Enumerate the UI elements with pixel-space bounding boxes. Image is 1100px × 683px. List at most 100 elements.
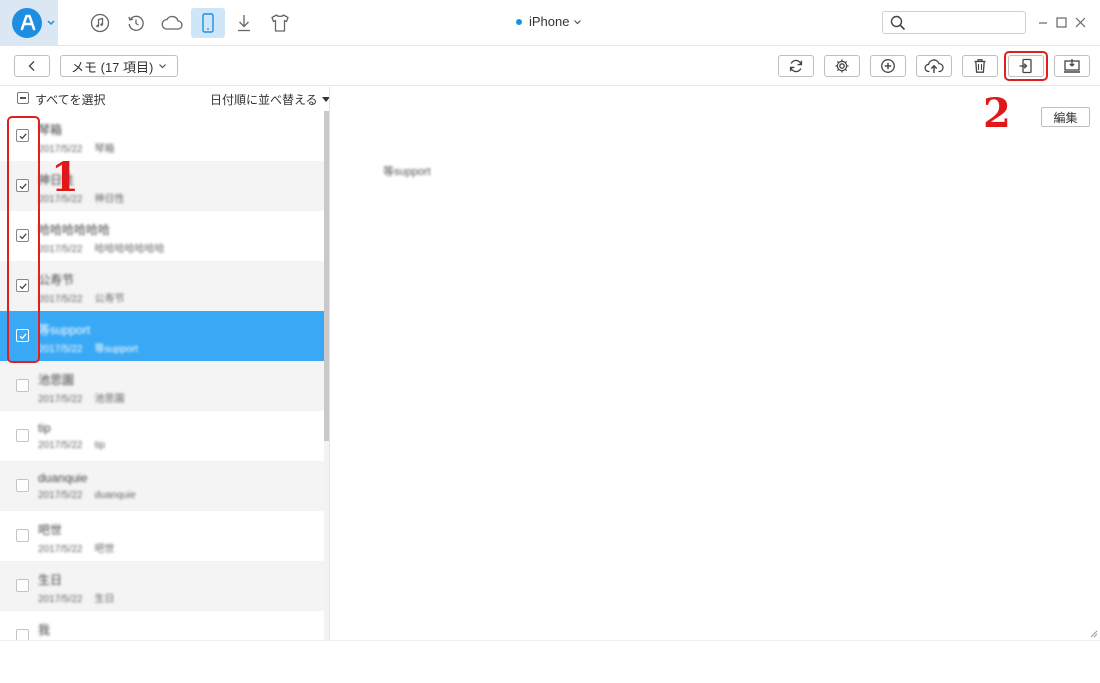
edit-button[interactable]: 編集: [1041, 107, 1090, 127]
settings-button[interactable]: [824, 55, 860, 77]
item-date: 2017/5/22: [38, 294, 83, 305]
annotation-step-2: 2: [983, 90, 1011, 137]
item-subtitle: 2017/5/22 琴箱: [38, 140, 115, 155]
list-item[interactable]: duanquie 2017/5/22 duanquie: [0, 461, 324, 511]
item-checkbox[interactable]: [16, 579, 29, 592]
chevron-left-icon: [28, 61, 35, 71]
item-title: 等support: [38, 323, 91, 337]
add-button[interactable]: [870, 55, 906, 77]
list-item[interactable]: 我: [0, 611, 324, 640]
chevron-down-icon: [159, 64, 167, 69]
list-item[interactable]: 琴箱 2017/5/22 琴箱: [0, 111, 324, 161]
search-box[interactable]: [882, 11, 1026, 34]
phone-icon[interactable]: [191, 8, 225, 38]
refresh-icon: [789, 59, 803, 73]
annotation-step-1: 1: [51, 154, 79, 201]
highlight-box-step1: [7, 116, 40, 363]
item-subtitle: 2017/5/22 生日: [38, 590, 115, 605]
item-checkbox[interactable]: [16, 529, 29, 542]
item-checkbox[interactable]: [16, 479, 29, 492]
device-name: iPhone: [529, 14, 570, 29]
item-checkbox[interactable]: [16, 429, 29, 442]
item-title: 哈哈哈哈哈哈: [38, 223, 111, 237]
to-computer-icon: [1064, 59, 1080, 73]
download-icon[interactable]: [226, 8, 262, 38]
item-date: 2017/5/22: [38, 544, 83, 555]
item-date: 2017/5/22: [38, 490, 83, 501]
back-button[interactable]: [14, 55, 50, 77]
app-window: iPhone メモ (17 項目) 2 すべてを選択 日付順に並べ替える 琴箱 …: [0, 0, 1100, 683]
item-preview: 公寿节: [94, 294, 125, 305]
item-subtitle: 2017/5/22 公寿节: [38, 290, 125, 305]
trash-icon: [974, 59, 986, 73]
item-title: 生日: [38, 573, 63, 587]
note-content: 等support: [383, 166, 431, 178]
item-subtitle: 2017/5/22 吧世: [38, 540, 115, 555]
add-icon: [881, 59, 895, 73]
refresh-button[interactable]: [778, 55, 814, 77]
item-title: 公寿节: [38, 273, 75, 287]
item-date: 2017/5/22: [38, 594, 83, 605]
item-checkbox[interactable]: [16, 379, 29, 392]
list-item[interactable]: 生日 2017/5/22 生日: [0, 561, 324, 611]
minimize-icon: [1039, 22, 1047, 24]
history-icon[interactable]: [118, 8, 154, 38]
list-item[interactable]: 哈哈哈哈哈哈 2017/5/22 哈哈哈哈哈哈哈: [0, 211, 324, 261]
item-subtitle: 2017/5/22 tip: [38, 440, 105, 451]
resize-grip-icon[interactable]: [1088, 628, 1098, 638]
item-title: tip: [38, 421, 51, 435]
item-date: 2017/5/22: [38, 440, 83, 451]
list-item[interactable]: 等support 2017/5/22 等support: [0, 311, 324, 361]
minimize-button[interactable]: [1036, 14, 1050, 30]
select-all-label[interactable]: すべてを選択: [35, 91, 105, 108]
item-preview: 生日: [94, 594, 115, 605]
item-subtitle: 2017/5/22 哈哈哈哈哈哈哈: [38, 240, 165, 255]
item-checkbox[interactable]: [16, 629, 29, 640]
item-preview: 池思園: [94, 394, 125, 405]
list-item[interactable]: tip 2017/5/22 tip: [0, 411, 324, 461]
maximize-button[interactable]: [1054, 14, 1068, 30]
list-item[interactable]: 神日性 2017/5/22 神日性: [0, 161, 324, 211]
close-icon: [1075, 17, 1085, 27]
item-preview: 哈哈哈哈哈哈哈: [94, 244, 165, 255]
item-preview: duanquie: [94, 490, 136, 501]
tshirt-icon[interactable]: [262, 8, 298, 38]
connected-dot: [516, 18, 522, 25]
settings-icon: [835, 59, 849, 73]
delete-button[interactable]: [962, 55, 998, 77]
upload-icon: [924, 59, 944, 73]
list-item[interactable]: 池思園 2017/5/22 池思園: [0, 361, 324, 411]
item-title: 我: [38, 623, 51, 637]
item-preview: 琴箱: [94, 144, 115, 155]
sort-label: 日付順に並べ替える: [210, 93, 318, 107]
list-item[interactable]: 公寿节 2017/5/22 公寿节: [0, 261, 324, 311]
cloud-icon[interactable]: [154, 8, 190, 38]
chevron-down-icon[interactable]: [46, 16, 56, 28]
close-button[interactable]: [1073, 14, 1087, 30]
item-preview: 吧世: [94, 544, 115, 555]
search-input[interactable]: [909, 14, 1021, 31]
send-to-computer-button[interactable]: [1054, 55, 1090, 77]
item-preview: tip: [94, 440, 106, 451]
highlight-box-step2: [1004, 51, 1048, 81]
item-title: 池思園: [38, 373, 75, 387]
app-logo-area[interactable]: [0, 0, 58, 46]
maximize-icon: [1055, 16, 1067, 28]
chevron-down-icon: [574, 19, 582, 24]
item-preview: 神日性: [94, 194, 125, 205]
list-item[interactable]: 吧世 2017/5/22 吧世: [0, 511, 324, 561]
item-subtitle: 2017/5/22 池思園: [38, 390, 125, 405]
select-all-checkbox[interactable]: [17, 92, 29, 104]
upload-button[interactable]: [916, 55, 952, 77]
item-date: 2017/5/22: [38, 344, 83, 355]
sort-dropdown[interactable]: 日付順に並べ替える: [210, 91, 330, 108]
item-preview: 等support: [94, 344, 138, 355]
music-icon[interactable]: [82, 8, 118, 38]
category-dropdown[interactable]: メモ (17 項目): [60, 55, 179, 77]
nav-icon-bar: [82, 8, 298, 38]
bottom-border: [0, 640, 1100, 641]
item-date: 2017/5/22: [38, 394, 83, 405]
device-selector[interactable]: iPhone: [516, 14, 582, 29]
notes-list: 琴箱 2017/5/22 琴箱 神日性 2017/5/22 神日性 哈哈哈哈哈哈 2017/5…: [0, 111, 324, 640]
pane-divider: [329, 87, 330, 640]
